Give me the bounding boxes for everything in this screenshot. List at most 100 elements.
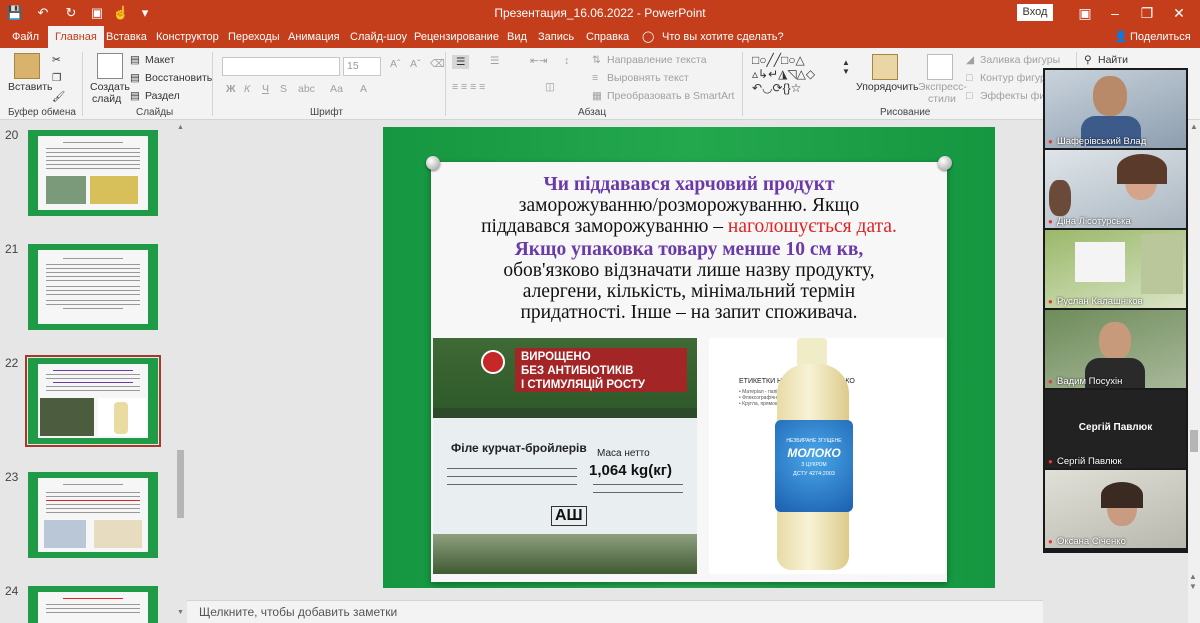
find-button[interactable]: Найти bbox=[1098, 54, 1128, 66]
new-slide-button-l2[interactable]: слайд bbox=[92, 93, 121, 105]
align-text-button[interactable]: Выровнять текст bbox=[607, 72, 689, 84]
new-slide-icon[interactable] bbox=[97, 53, 123, 79]
slide-line: заморожуванню/розморожуванню. Якщо bbox=[518, 195, 860, 216]
font-name-combo[interactable] bbox=[222, 57, 340, 76]
participant-tile[interactable]: ● Шаферівський Влад bbox=[1045, 70, 1186, 148]
shape-effects-icon[interactable]: □ bbox=[966, 90, 972, 102]
smartart-button[interactable]: Преобразовать в SmartArt bbox=[607, 90, 734, 102]
slide-line: Чи піддавався харчовий продукт bbox=[543, 174, 835, 195]
slide-thumbnail-23[interactable] bbox=[28, 472, 158, 558]
shape-fill-button[interactable]: Заливка фигуры bbox=[980, 54, 1060, 66]
format-painter-icon[interactable]: 🖌 bbox=[52, 90, 65, 103]
shrink-font-icon[interactable]: Aˇ bbox=[410, 58, 421, 70]
participant-tile[interactable]: Сергій Павлюк ● Сергій Павлюк bbox=[1045, 390, 1186, 468]
slide-body-text[interactable]: Чи піддавався харчовий продукт заморожув… bbox=[431, 174, 947, 323]
smartart-icon[interactable]: ▦ bbox=[592, 90, 602, 102]
paste-icon[interactable] bbox=[14, 53, 40, 79]
scroll-thumb[interactable] bbox=[1190, 430, 1198, 452]
tab-insert[interactable]: Вставка bbox=[104, 26, 149, 48]
scroll-up-icon[interactable]: ▲ bbox=[177, 124, 184, 131]
minimize-icon[interactable]: – bbox=[1100, 3, 1130, 23]
columns-icon[interactable]: ◫ bbox=[545, 81, 555, 93]
quick-styles-button-l1[interactable]: Экспресс- bbox=[918, 81, 967, 93]
italic-button[interactable]: К bbox=[244, 83, 250, 95]
participant-name: Вадим Посухін bbox=[1057, 376, 1123, 387]
participant-tile[interactable]: ● Оксана Січенко bbox=[1045, 470, 1186, 548]
participant-tile[interactable]: ● Руслан Калашніков bbox=[1045, 230, 1186, 308]
restore-icon[interactable]: ❐ bbox=[1132, 3, 1162, 23]
thumbnail-scrollbar[interactable]: ▲ ▼ bbox=[176, 124, 185, 619]
font-color-icon[interactable]: A bbox=[360, 83, 367, 95]
paste-button[interactable]: Вставить bbox=[8, 81, 53, 93]
grow-font-icon[interactable]: Aˆ bbox=[390, 58, 401, 70]
video-call-panel: ● Шаферівський Влад ● Діна Лісотурська ●… bbox=[1043, 68, 1188, 553]
tab-record[interactable]: Запись bbox=[536, 26, 576, 48]
shape-fill-icon[interactable]: ◢ bbox=[966, 54, 974, 66]
text-direction-button[interactable]: Направление текста bbox=[607, 54, 707, 66]
mic-muted-icon: ● bbox=[1048, 377, 1053, 386]
chicken-label-photo[interactable]: ВИРОЩЕНО БЕЗ АНТИБІОТИКІВ І СТИМУЛЯЦІЙ Р… bbox=[433, 338, 697, 574]
layout-icon[interactable]: ▤ bbox=[130, 54, 140, 66]
section-button[interactable]: Раздел bbox=[145, 90, 180, 102]
notes-pane[interactable]: Щелкните, чтобы добавить заметки bbox=[187, 600, 1043, 623]
reset-icon[interactable]: ▤ bbox=[130, 72, 140, 84]
char-spacing-button[interactable]: abc bbox=[298, 83, 315, 95]
slide-thumbnail-22[interactable] bbox=[25, 355, 161, 447]
strike-button[interactable]: S bbox=[280, 83, 287, 95]
tell-me-search[interactable]: Что вы хотите сделать? bbox=[660, 26, 786, 48]
scroll-up-icon[interactable]: ▲ bbox=[1190, 122, 1198, 131]
pin-icon bbox=[938, 156, 952, 170]
login-button[interactable]: Вход bbox=[1017, 4, 1053, 21]
bold-button[interactable]: Ж bbox=[226, 83, 236, 95]
line-spacing-icon[interactable]: ↕ bbox=[564, 55, 569, 67]
align-text-icon[interactable]: ≡ bbox=[592, 72, 598, 84]
tab-review[interactable]: Рецензирование bbox=[412, 26, 501, 48]
tab-home[interactable]: Главная bbox=[48, 26, 104, 48]
slide-thumbnail-21[interactable] bbox=[28, 244, 158, 330]
cut-icon[interactable]: ✂ bbox=[52, 54, 61, 66]
participant-tile[interactable]: ● Діна Лісотурська bbox=[1045, 150, 1186, 228]
close-icon[interactable]: ✕ bbox=[1164, 3, 1194, 23]
shapes-gallery[interactable]: □○╱╱□○△ ▵↳↵◮◹△◇ ↶◡⟳{}☆ bbox=[752, 53, 815, 95]
tab-transitions[interactable]: Переходы bbox=[226, 26, 282, 48]
quick-styles-icon[interactable] bbox=[927, 54, 953, 80]
numbering-icon[interactable]: ☰ bbox=[490, 55, 499, 67]
share-button[interactable]: Поделиться bbox=[1128, 26, 1193, 48]
tab-slideshow[interactable]: Слайд-шоу bbox=[348, 26, 409, 48]
slide-thumbnail-20[interactable] bbox=[28, 130, 158, 216]
new-slide-button-l1[interactable]: Создать bbox=[90, 81, 130, 93]
align-icons[interactable]: ≡ ≡ ≡ ≡ bbox=[452, 81, 485, 93]
underline-button[interactable]: Ч bbox=[262, 83, 269, 95]
condensed-milk-photo[interactable]: ЕТИКЕТКИ НА ЗГУЩЕНЕ МОЛОКО • Матеріал - … bbox=[709, 338, 945, 574]
scroll-down-icon[interactable]: ▼ bbox=[177, 609, 184, 616]
font-size-combo[interactable]: 15 bbox=[343, 57, 381, 76]
indent-icon[interactable]: ⇤⇥ bbox=[530, 55, 548, 67]
quick-styles-button-l2[interactable]: стили bbox=[928, 93, 956, 105]
text-direction-icon[interactable]: ⇅ bbox=[592, 54, 601, 66]
copy-icon[interactable]: ❐ bbox=[52, 72, 61, 84]
reset-button[interactable]: Восстановить bbox=[145, 72, 212, 84]
shape-outline-icon[interactable]: □ bbox=[966, 72, 972, 84]
tab-animations[interactable]: Анимация bbox=[286, 26, 342, 48]
layout-button[interactable]: Макет bbox=[145, 54, 175, 66]
tab-design[interactable]: Конструктор bbox=[154, 26, 221, 48]
shapes-scroll-icon[interactable]: ▲ ▼ bbox=[842, 58, 850, 76]
change-case-button[interactable]: Аа bbox=[330, 83, 343, 95]
tab-view[interactable]: Вид bbox=[505, 26, 529, 48]
arrange-button[interactable]: Упорядочить bbox=[856, 81, 918, 93]
section-icon[interactable]: ▤ bbox=[130, 90, 140, 102]
tab-file[interactable]: Файл bbox=[10, 26, 41, 48]
find-icon[interactable]: ⚲ bbox=[1084, 54, 1092, 66]
current-slide[interactable]: Чи піддавався харчовий продукт заморожув… bbox=[383, 127, 995, 588]
slide-thumbnail-24[interactable] bbox=[28, 586, 158, 623]
slide-scrollbar[interactable]: ▲ ▲ ▼ bbox=[1188, 120, 1200, 623]
participant-tile[interactable]: ● Вадим Посухін bbox=[1045, 310, 1186, 388]
scroll-thumb[interactable] bbox=[177, 450, 184, 518]
arrange-icon[interactable] bbox=[872, 54, 898, 80]
clear-format-icon[interactable]: ⌫ bbox=[430, 58, 445, 70]
prev-next-slide-icons[interactable]: ▲ ▼ bbox=[1189, 572, 1197, 592]
bullets-icon[interactable]: ☰ bbox=[452, 55, 470, 69]
slide-number: 24 bbox=[5, 584, 19, 598]
tab-help[interactable]: Справка bbox=[584, 26, 631, 48]
ribbon-display-icon[interactable]: ▣ bbox=[1070, 3, 1100, 23]
